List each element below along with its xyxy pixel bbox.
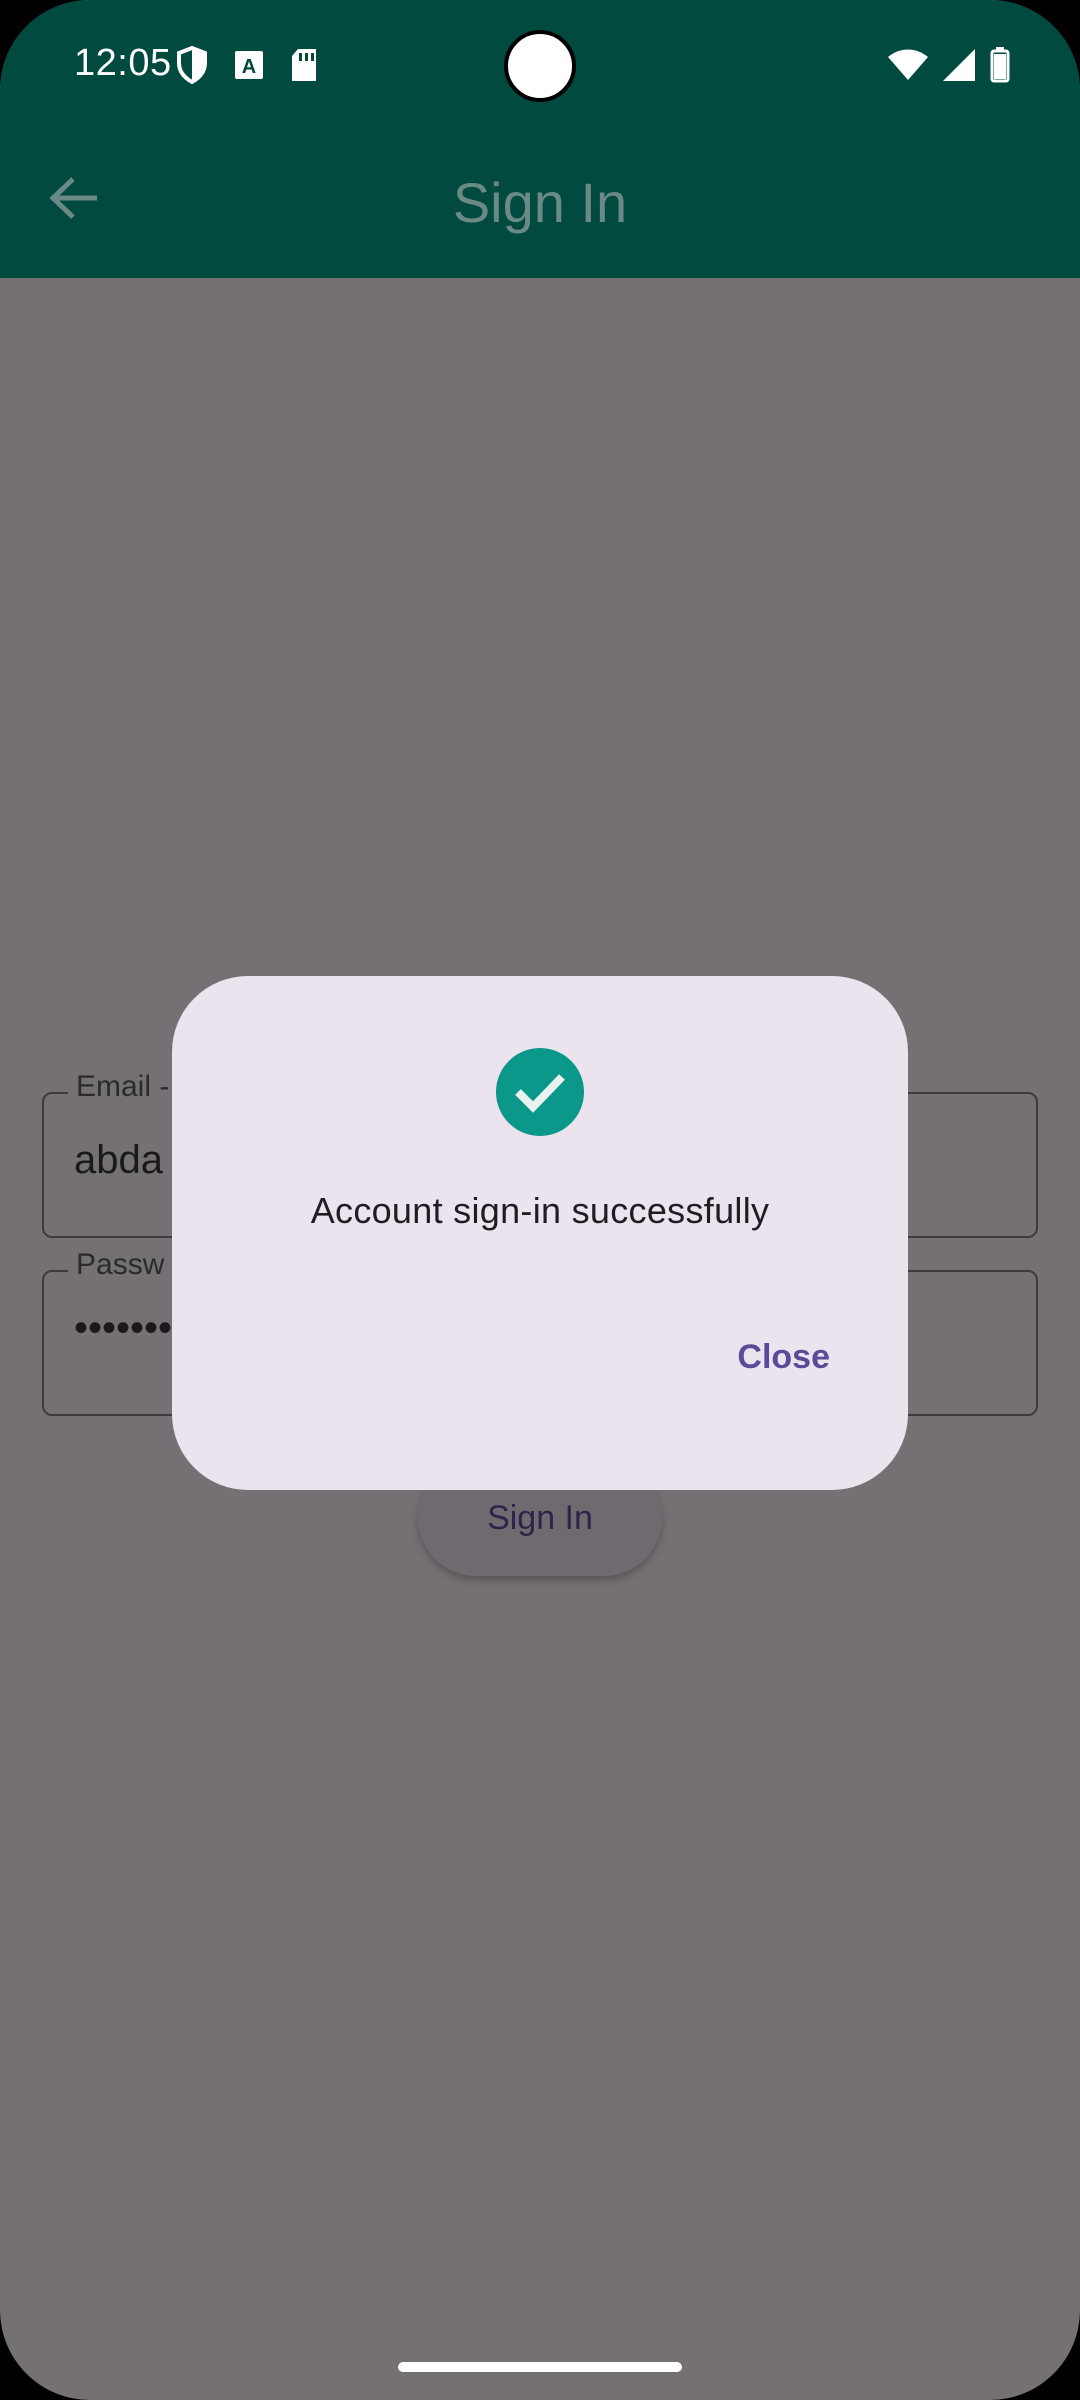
- wifi-icon: [888, 49, 928, 86]
- signal-icon: [942, 48, 976, 87]
- success-dialog: Account sign-in successfully Close: [172, 976, 908, 1490]
- shield-icon: [176, 45, 208, 89]
- phone-screen: 12:05 A Sign In Email - abda Passw •••••…: [0, 0, 1080, 2400]
- battery-icon: [990, 46, 1010, 88]
- email-field-label: Email -: [68, 1070, 178, 1104]
- check-circle-icon: [496, 1048, 584, 1136]
- email-field-value: abda: [74, 1138, 163, 1182]
- a-box-icon: A: [234, 50, 264, 85]
- status-icons-right: [888, 46, 1010, 88]
- password-field-label: Passw: [68, 1248, 173, 1282]
- camera-cutout: [504, 30, 576, 102]
- sd-card-icon: [290, 48, 318, 87]
- close-button[interactable]: Close: [737, 1338, 830, 1377]
- home-indicator[interactable]: [398, 2362, 682, 2372]
- page-title: Sign In: [452, 171, 628, 234]
- status-time: 12:05: [74, 42, 172, 84]
- password-field-value: •••••••: [74, 1306, 173, 1350]
- status-bar: 12:05 A: [0, 0, 1080, 132]
- status-icons-left: A: [176, 45, 318, 89]
- svg-text:A: A: [242, 56, 256, 78]
- dialog-message: Account sign-in successfully: [310, 1190, 770, 1231]
